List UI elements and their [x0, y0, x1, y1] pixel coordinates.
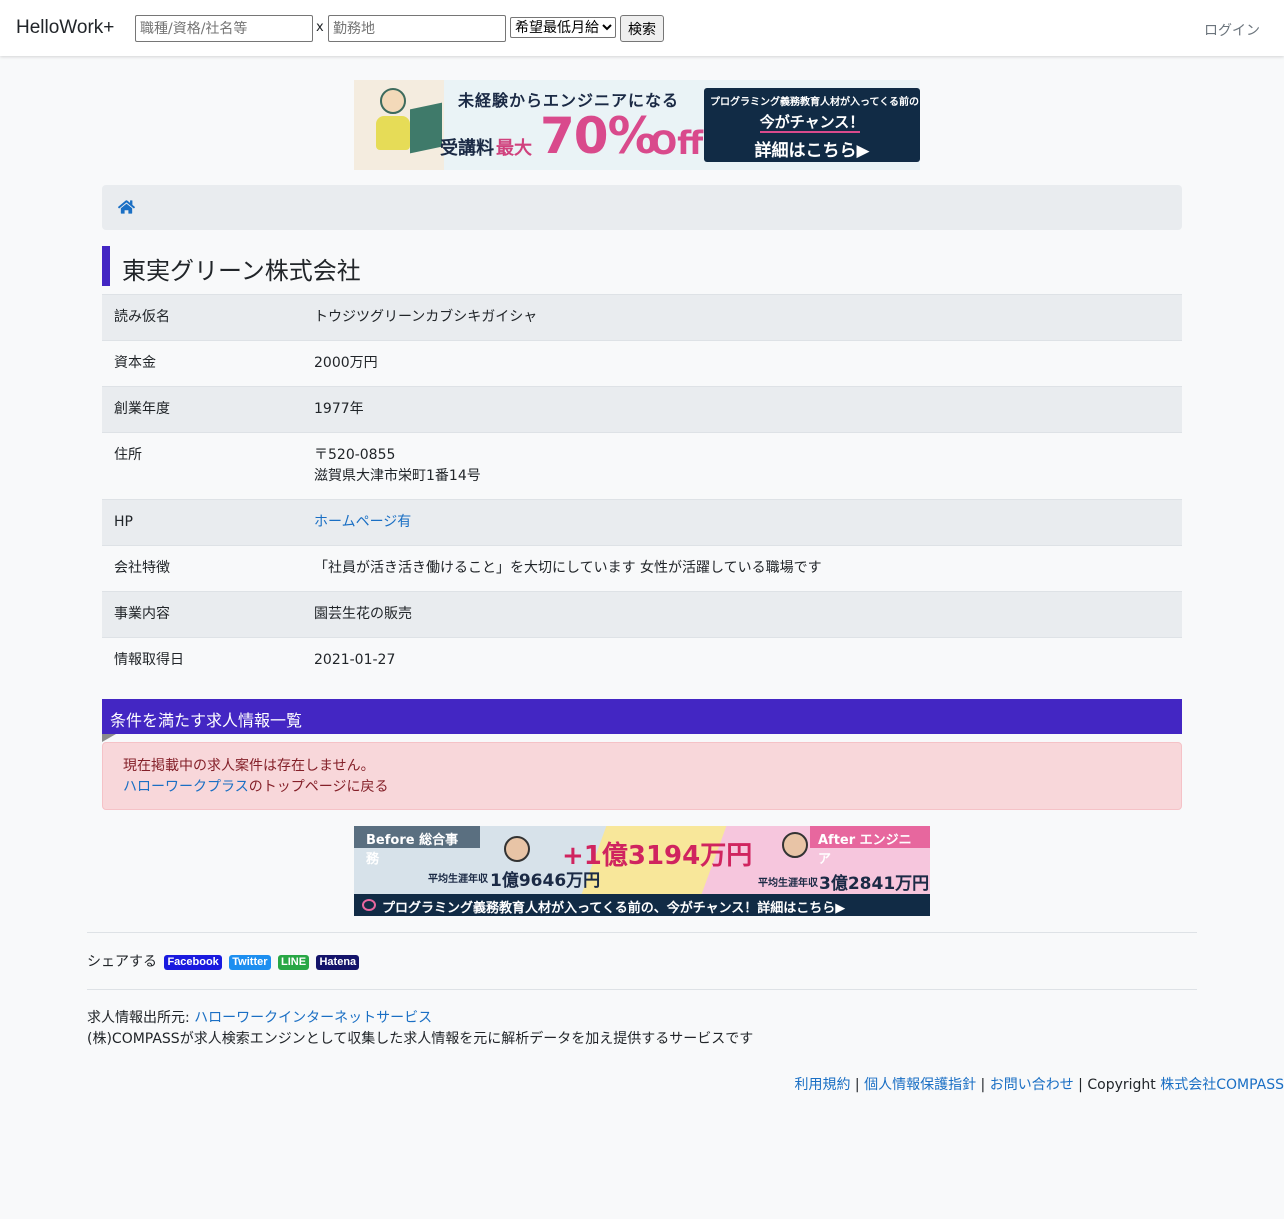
banner-cta-subtext: プログラミング義務教育人材が入ってくる前の [710, 97, 919, 108]
company-info-table: 読み仮名 トウジツグリーンカブシキガイシャ 資本金 2000万円 創業年度 19… [102, 294, 1182, 683]
no-jobs-message: 現在掲載中の求人案件は存在しません。 [123, 758, 375, 774]
postal-code: 〒520-0855 [314, 447, 396, 463]
share-facebook-button[interactable]: Facebook [164, 955, 222, 970]
share-label: シェアする [87, 954, 157, 970]
location-input[interactable] [328, 15, 506, 42]
banner-cta-strip[interactable]: プログラミング義務教育人材が入ってくる前の、今がチャンス！詳細はこちら▶ [354, 894, 930, 916]
row-value: 2000万円 [314, 355, 378, 371]
avg-income-label-after: 平均生涯年収 [758, 878, 818, 889]
separator-x: x [316, 20, 324, 35]
search-button[interactable]: 検索 [620, 15, 664, 42]
navbar: HelloWork+ x 希望最低月給 検索 ログイン [0, 0, 1284, 56]
avg-income-label-before: 平均生涯年収 [428, 874, 488, 885]
hellowork-plus-link[interactable]: ハローワークプラス [123, 779, 249, 795]
row-label: HP [114, 514, 133, 530]
person-at-laptop-illustration [372, 88, 442, 162]
no-jobs-alert: 現在掲載中の求人案件は存在しません。 ハローワークプラスのトップページに戻る [102, 742, 1182, 810]
row-value: 2021-01-27 [314, 652, 396, 668]
row-value: 「社員が活き活き働けること」を大切にしています 女性が活躍している職場です [314, 560, 822, 576]
row-features: 会社特徴 「社員が活き活き働けること」を大切にしています 女性が活躍している職場… [102, 545, 1182, 592]
footer-sep: | [850, 1077, 865, 1093]
banner-before-label: Before 総合事務 [354, 826, 480, 867]
home-icon[interactable] [118, 199, 135, 215]
privacy-link[interactable]: 個人情報保護指針 [864, 1077, 976, 1093]
back-suffix: のトップページに戻る [248, 779, 389, 795]
company-name: 東実グリーン株式会社 [122, 257, 361, 285]
row-label: 事業内容 [114, 606, 170, 622]
banner-off: Off [650, 124, 704, 162]
heading-corner-decoration [102, 734, 116, 742]
footer-sep: | [976, 1077, 990, 1093]
row-capital: 資本金 2000万円 [102, 340, 1182, 387]
jobs-section-heading: 条件を満たす求人情報一覧 [102, 699, 1182, 734]
street-address: 滋賀県大津市栄町1番14号 [314, 468, 481, 484]
footer-sep: | [1073, 1077, 1088, 1093]
row-value: トウジツグリーンカブシキガイシャ [314, 309, 538, 325]
source-line: 求人情報出所元: ハローワークインターネットサービス [87, 1008, 753, 1029]
source-label: 求人情報出所元: [87, 1010, 195, 1026]
brand-link[interactable]: HelloWork+ [16, 17, 114, 39]
divider [87, 932, 1197, 933]
banner-discount: 70% [540, 107, 658, 165]
row-founded: 創業年度 1977年 [102, 386, 1182, 433]
row-label: 読み仮名 [114, 309, 170, 325]
row-label: 住所 [114, 447, 142, 463]
hellowork-internet-link[interactable]: ハローワークインターネットサービス [194, 1010, 432, 1026]
salary-select[interactable]: 希望最低月給 [510, 17, 616, 38]
contact-link[interactable]: お問い合わせ [990, 1077, 1074, 1093]
row-value: 園芸生花の販売 [314, 606, 412, 622]
footer-links: 利用規約 | 個人情報保護指針 | お問い合わせ | Copyright 株式会… [794, 1074, 1284, 1094]
homepage-link[interactable]: ホームページ有 [314, 514, 411, 530]
keyword-input[interactable] [135, 15, 313, 42]
row-value: 1977年 [314, 401, 364, 417]
banner-after-label: After エンジニア [810, 826, 930, 867]
row-retrieved-date: 情報取得日 2021-01-27 [102, 637, 1182, 684]
row-reading: 読み仮名 トウジツグリーンカブシキガイシャ [102, 294, 1182, 341]
ring-icon [362, 899, 376, 911]
banner-fee-label: 受講料 [440, 138, 494, 159]
login-link[interactable]: ログイン [1204, 20, 1260, 40]
share-twitter-button[interactable]: Twitter [229, 955, 271, 970]
company-link[interactable]: 株式会社COMPASS [1160, 1077, 1284, 1093]
top-ad-banner[interactable]: 未経験からエンジニアになる 受講料 最大 70% Off プログラミング義務教育… [354, 80, 920, 170]
row-value: 〒520-0855 滋賀県大津市栄町1番14号 [302, 433, 1182, 500]
row-homepage: HP ホームページ有 [102, 499, 1182, 546]
service-description: (株)COMPASSが求人検索エンジンとして収集した求人情報を元に解析データを加… [87, 1031, 754, 1047]
share-hatena-button[interactable]: Hatena [316, 955, 360, 970]
banner-cta-box[interactable]: プログラミング義務教育人材が入ってくる前の 今がチャンス！ 詳細はこちら▶ [704, 88, 920, 162]
banner-cta-chance: 今がチャンス！ [759, 113, 865, 131]
bottom-ad-banner[interactable]: Before 総合事務 After エンジニア +1億3194万円 平均生涯年収… [354, 826, 930, 916]
before-income-value: 1億9646万円 [490, 871, 601, 891]
row-address: 住所 〒520-0855 滋賀県大津市栄町1番14号 [102, 432, 1182, 500]
share-bar: シェアする Facebook Twitter LINE Hatena [87, 951, 360, 971]
back-line: ハローワークプラスのトップページに戻る [123, 777, 1161, 798]
breadcrumb [102, 185, 1182, 230]
terms-link[interactable]: 利用規約 [794, 1077, 850, 1093]
office-worker-illustration [504, 836, 530, 862]
copyright-text: Copyright [1087, 1077, 1161, 1093]
engineer-illustration [782, 832, 808, 858]
after-income-value: 3億2841万円 [819, 874, 930, 894]
source-info: 求人情報出所元: ハローワークインターネットサービス (株)COMPASSが求人… [87, 1008, 753, 1050]
divider [87, 989, 1197, 990]
row-label: 資本金 [114, 355, 156, 371]
row-value: ホームページ有 [302, 500, 1182, 546]
title-accent-bar [102, 246, 110, 286]
row-business: 事業内容 園芸生花の販売 [102, 591, 1182, 638]
banner-underline [760, 131, 860, 133]
banner-cta-details: 詳細はこちら▶ [754, 141, 870, 161]
row-label: 創業年度 [114, 401, 170, 417]
row-label: 会社特徴 [114, 560, 170, 576]
row-label: 情報取得日 [114, 652, 184, 668]
share-line-button[interactable]: LINE [277, 955, 310, 970]
banner-max-label: 最大 [496, 138, 532, 159]
